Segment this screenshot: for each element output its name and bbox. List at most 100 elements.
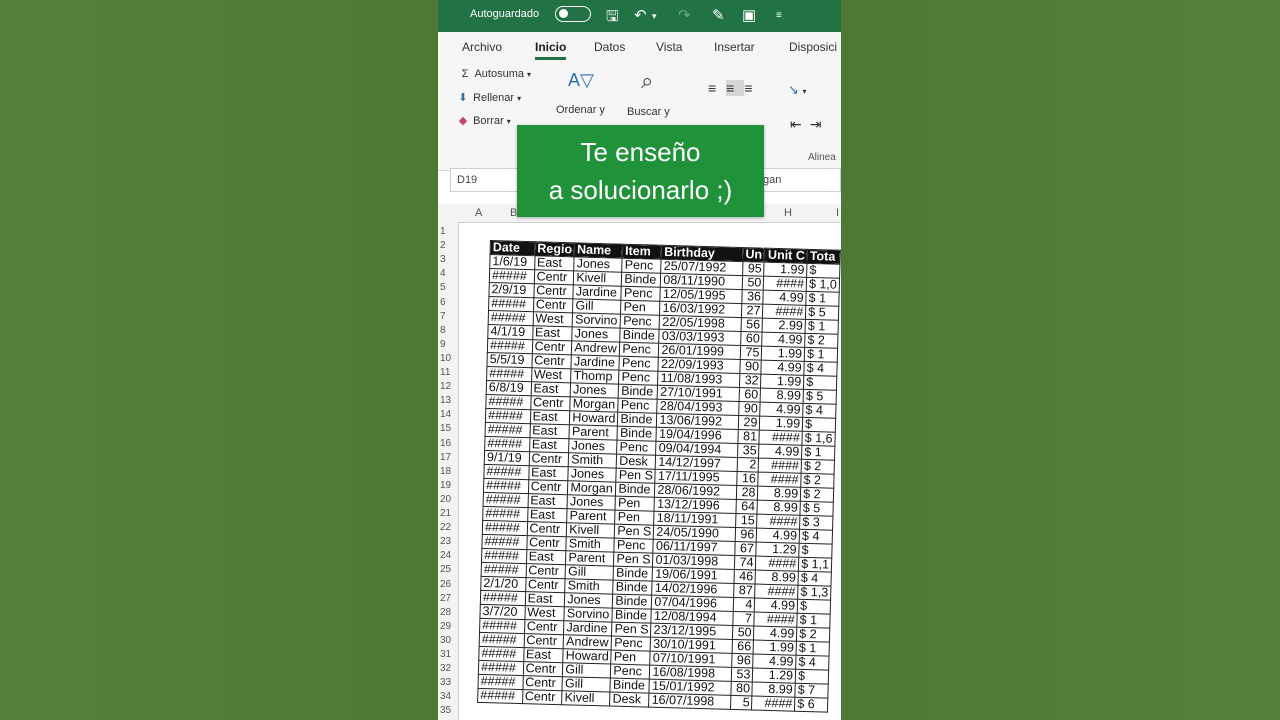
row-number[interactable]: 26 — [440, 579, 451, 590]
cell-name[interactable]: Jones — [570, 382, 619, 399]
cell-birthday[interactable]: 27/10/1991 — [657, 385, 739, 402]
decrease-indent-icon[interactable]: ⇤ — [790, 116, 810, 132]
cell-birthday[interactable]: 07/04/1996 — [651, 595, 734, 612]
cell-region[interactable]: Centr — [525, 563, 566, 579]
cell-name[interactable]: Parent — [569, 424, 618, 441]
cell-name[interactable]: Jones — [564, 592, 614, 609]
cell-date[interactable]: ##### — [488, 310, 534, 326]
tab-disposicion[interactable]: Disposici — [789, 40, 837, 54]
row-number[interactable]: 2 — [440, 240, 446, 251]
cell-date[interactable]: ##### — [482, 520, 528, 536]
cell-name[interactable]: Gill — [565, 564, 614, 581]
cell-units[interactable]: 64 — [735, 499, 758, 515]
row-number[interactable]: 30 — [440, 635, 451, 646]
cell-unit-cost[interactable]: 8.99 — [757, 486, 801, 502]
cell-item[interactable]: Penc — [619, 342, 660, 358]
cell-name[interactable]: Howard — [569, 410, 619, 427]
cell-date[interactable]: ##### — [487, 338, 533, 354]
cell-unit-cost[interactable]: #### — [755, 556, 799, 572]
cell-birthday[interactable]: 28/04/1993 — [657, 399, 739, 416]
cell-birthday[interactable]: 11/08/1993 — [657, 371, 740, 388]
cell-total[interactable]: $ 4 — [799, 529, 833, 545]
cell-name[interactable]: Gill — [572, 298, 622, 315]
cell-birthday[interactable]: 08/11/1990 — [660, 273, 743, 290]
cell-region[interactable]: Centr — [522, 689, 563, 705]
cell-unit-cost[interactable]: #### — [755, 584, 799, 600]
cell-name[interactable]: Jones — [568, 438, 618, 455]
cell-unit-cost[interactable]: 4.99 — [761, 360, 805, 376]
tab-insertar[interactable]: Insertar — [714, 40, 755, 54]
row-number[interactable]: 15 — [440, 423, 451, 434]
cell-unit-cost[interactable]: 1.99 — [753, 640, 797, 656]
cell-item[interactable]: Desk — [616, 454, 657, 470]
row-number[interactable]: 29 — [440, 621, 451, 632]
cell-unit-cost[interactable]: #### — [751, 696, 796, 712]
cell-item[interactable]: Pen — [620, 300, 661, 316]
cell-item[interactable]: Binde — [615, 482, 656, 498]
cell-date[interactable]: 3/7/20 — [479, 604, 525, 620]
cell-units[interactable]: 53 — [730, 667, 754, 683]
cell-units[interactable]: 66 — [731, 639, 754, 655]
cell-date[interactable]: ##### — [478, 660, 524, 676]
cell-date[interactable]: ##### — [485, 394, 531, 410]
cell-total[interactable]: $ 1 — [805, 291, 840, 307]
cell-name[interactable]: Gill — [562, 676, 611, 693]
cell-name[interactable]: Jones — [567, 494, 616, 511]
cell-unit-cost[interactable]: 8.99 — [760, 388, 804, 404]
cell-date[interactable]: 9/1/19 — [484, 450, 530, 466]
row-number[interactable]: 16 — [440, 438, 451, 449]
cell-region[interactable]: Centr — [530, 395, 571, 411]
cell-region[interactable]: Centr — [533, 297, 574, 313]
cell-birthday[interactable]: 19/06/1991 — [652, 567, 734, 584]
cell-name[interactable]: Sorvino — [564, 606, 613, 623]
cell-units[interactable]: 27 — [740, 303, 764, 319]
cell-total[interactable]: $ 6 — [794, 697, 828, 713]
cell-date[interactable]: ##### — [488, 296, 534, 312]
tab-archivo[interactable]: Archivo — [462, 40, 502, 54]
cell-name[interactable]: Kivell — [573, 270, 623, 287]
cell-unit-cost[interactable]: 4.99 — [762, 332, 806, 348]
cell-item[interactable]: Binde — [612, 594, 653, 610]
cell-units[interactable]: 5 — [730, 695, 753, 710]
cell-total[interactable]: $ 5 — [805, 305, 839, 321]
camera-icon[interactable]: ▣ — [742, 6, 756, 24]
cell-birthday[interactable]: 07/10/1991 — [650, 651, 732, 668]
header-total[interactable]: Tota — [807, 249, 841, 265]
cell-region[interactable]: Centr — [533, 269, 574, 285]
cell-date[interactable]: ##### — [485, 422, 530, 438]
cell-item[interactable]: Binde — [612, 608, 652, 624]
row-number[interactable]: 14 — [440, 409, 451, 420]
save-icon[interactable]: 🖫 — [606, 6, 619, 31]
cell-item[interactable]: Binde — [621, 272, 662, 288]
header-item[interactable]: Item — [622, 244, 662, 260]
cell-item[interactable]: Penc — [614, 538, 654, 554]
header-name[interactable]: Name — [574, 242, 623, 259]
orientation-button[interactable]: ↘ ▾ — [788, 82, 807, 98]
cell-date[interactable]: ##### — [477, 674, 523, 690]
cell-total[interactable]: $ 2 — [796, 627, 830, 643]
cell-region[interactable]: East — [529, 437, 570, 453]
row-number[interactable]: 28 — [440, 607, 451, 618]
cell-unit-cost[interactable]: #### — [756, 514, 801, 530]
cell-unit-cost[interactable]: 4.99 — [753, 654, 797, 670]
cell-region[interactable]: Centr — [528, 451, 569, 467]
cell-units[interactable]: 2 — [736, 457, 759, 473]
align-bottom-icon[interactable]: ≡ — [744, 80, 762, 96]
row-number[interactable]: 21 — [440, 508, 451, 519]
indent-buttons[interactable]: ⇤⇥ — [790, 116, 829, 133]
cell-item[interactable]: Binde — [613, 566, 653, 582]
cell-region[interactable]: Centr — [524, 619, 565, 635]
row-number[interactable]: 17 — [440, 452, 451, 463]
cell-date[interactable]: ##### — [480, 590, 526, 606]
cell-region[interactable]: Centr — [528, 479, 569, 495]
cell-region[interactable]: East — [534, 255, 575, 271]
autosuma-button[interactable]: Σ Autosuma ▾ — [458, 68, 531, 80]
cell-name[interactable]: Smith — [564, 578, 614, 595]
cell-unit-cost[interactable]: 1.29 — [752, 668, 796, 684]
rellenar-button[interactable]: ⬇ Rellenar ▾ — [456, 91, 521, 104]
cell-date[interactable]: ##### — [484, 436, 530, 452]
header-date[interactable]: Date — [490, 240, 536, 256]
cell-unit-cost[interactable]: 1.29 — [756, 542, 800, 558]
cell-item[interactable]: Pen — [615, 496, 655, 512]
cell-date[interactable]: 4/1/19 — [487, 324, 533, 340]
